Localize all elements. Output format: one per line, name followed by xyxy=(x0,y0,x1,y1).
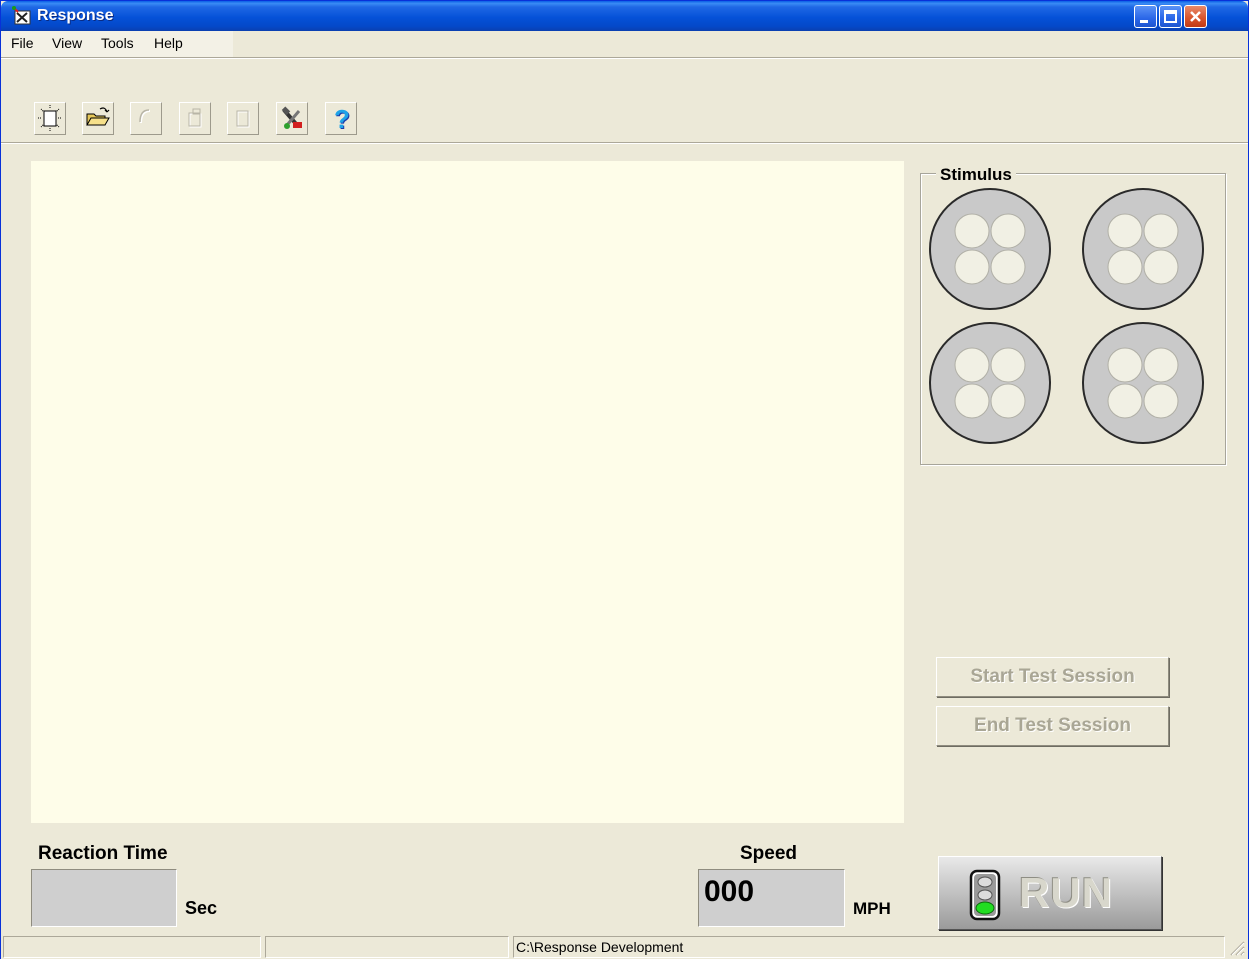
copy-button[interactable] xyxy=(179,102,211,135)
help-icon: ? ? xyxy=(334,104,351,134)
traffic-light-icon xyxy=(969,869,1001,921)
paste-button[interactable] xyxy=(227,102,259,135)
run-button[interactable]: RUN xyxy=(938,856,1162,930)
close-button[interactable] xyxy=(1184,5,1207,28)
open-folder-icon xyxy=(86,107,110,126)
undo-icon xyxy=(139,109,151,124)
stimulus-label: Stimulus xyxy=(936,165,1016,185)
start-test-session-button[interactable]: Start Test Session xyxy=(936,657,1169,697)
status-pane-path: C:\Response Development xyxy=(513,936,1225,958)
menu-bar-filler xyxy=(233,31,1248,57)
speed-readout: 000 xyxy=(698,869,845,927)
resize-grip-icon[interactable] xyxy=(1227,938,1245,956)
open-button[interactable] xyxy=(82,102,114,135)
speed-unit: MPH xyxy=(853,899,891,918)
title-bar[interactable]: Response xyxy=(1,1,1248,31)
menu-view[interactable]: View xyxy=(52,35,82,51)
maximize-icon xyxy=(1164,10,1177,23)
maximize-button[interactable] xyxy=(1159,5,1182,28)
undo-button[interactable] xyxy=(130,102,162,135)
menu-file[interactable]: File xyxy=(11,35,34,51)
tools-button[interactable] xyxy=(276,102,308,135)
minimize-button[interactable] xyxy=(1134,5,1157,28)
help-button[interactable]: ? ? xyxy=(325,102,357,135)
close-icon xyxy=(1190,11,1201,22)
new-button[interactable] xyxy=(34,102,66,135)
menu-tools[interactable]: Tools xyxy=(101,35,134,51)
speed-label: Speed xyxy=(740,843,798,864)
status-pane-1 xyxy=(3,936,261,958)
reaction-time-unit: Sec xyxy=(185,898,218,918)
test-display-area xyxy=(31,161,904,823)
menu-help[interactable]: Help xyxy=(154,35,183,51)
window-title: Response xyxy=(37,7,114,24)
reaction-time-readout xyxy=(31,869,177,927)
status-pane-2 xyxy=(265,936,509,958)
svg-text:?: ? xyxy=(334,104,350,134)
copy-icon xyxy=(188,108,202,128)
run-label: RUN xyxy=(1019,869,1113,916)
toolbar-separator xyxy=(1,142,1248,144)
reaction-time-label: Reaction Time xyxy=(38,843,168,864)
app-window: Response File View Tools Help ? ? Stimul… xyxy=(0,0,1249,959)
stimulus-lamp-4 xyxy=(1082,322,1204,444)
stimulus-lamp-2 xyxy=(1082,188,1204,310)
stimulus-lamp-3 xyxy=(929,322,1051,444)
menu-separator xyxy=(1,57,1248,59)
app-icon xyxy=(12,6,31,25)
end-test-session-button[interactable]: End Test Session xyxy=(936,706,1169,746)
paste-icon xyxy=(236,110,250,128)
new-document-icon xyxy=(38,105,62,132)
stimulus-lamp-1 xyxy=(929,188,1051,310)
minimize-icon xyxy=(1140,20,1148,23)
tools-icon xyxy=(281,106,302,129)
